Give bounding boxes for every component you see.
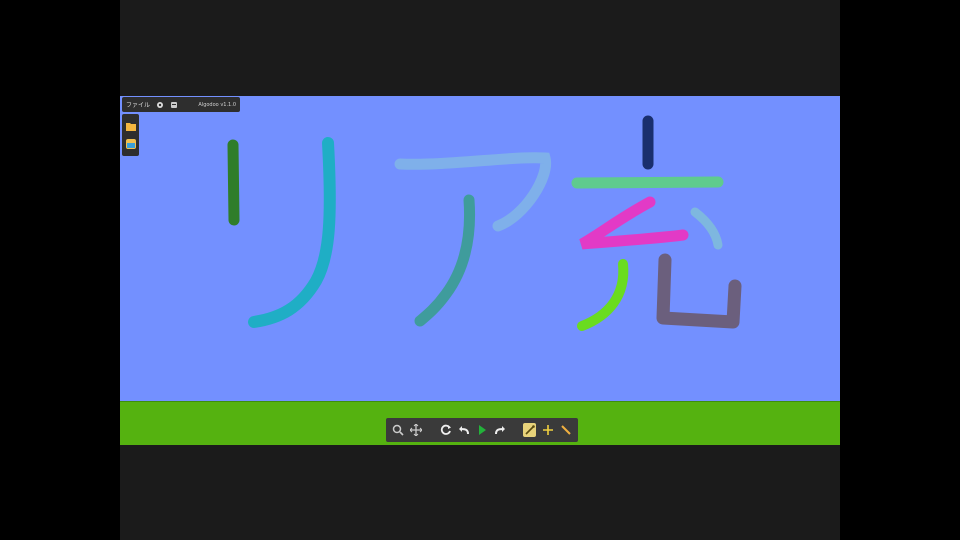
juu-right-stroke	[690, 207, 723, 250]
juu-right-leg-stroke	[656, 253, 742, 329]
menu-bar: ファイル Algodoo v1.1.0	[122, 97, 240, 112]
app-title: Algodoo v1.1.0	[198, 101, 236, 108]
side-panel	[122, 114, 139, 156]
juu-bar-stroke	[571, 176, 724, 189]
zoom-icon[interactable]	[392, 423, 404, 437]
scene-info-icon[interactable]	[170, 101, 178, 109]
drawing-canvas[interactable]	[120, 96, 840, 402]
a-bottom-stroke	[414, 194, 476, 327]
settings-icon[interactable]	[156, 101, 164, 109]
brush-icon[interactable]	[560, 423, 572, 437]
sketch-tool-icon[interactable]	[523, 423, 536, 437]
move-icon[interactable]	[410, 423, 423, 437]
ri-right-stroke	[248, 137, 336, 328]
file-menu[interactable]: ファイル	[126, 100, 150, 109]
juu-left-leg-stroke	[577, 259, 629, 331]
reset-icon[interactable]	[440, 423, 452, 437]
add-icon[interactable]	[542, 423, 554, 437]
redo-icon[interactable]	[494, 423, 506, 437]
app-window: ファイル Algodoo v1.1.0	[120, 0, 840, 540]
juu-middle-stroke	[579, 196, 689, 250]
ri-left-stroke	[227, 139, 240, 226]
undo-icon[interactable]	[458, 423, 470, 437]
scene-icon[interactable]	[125, 135, 137, 149]
play-icon[interactable]	[476, 423, 488, 437]
folder-icon[interactable]	[125, 118, 137, 131]
bottom-toolbar	[386, 418, 578, 442]
